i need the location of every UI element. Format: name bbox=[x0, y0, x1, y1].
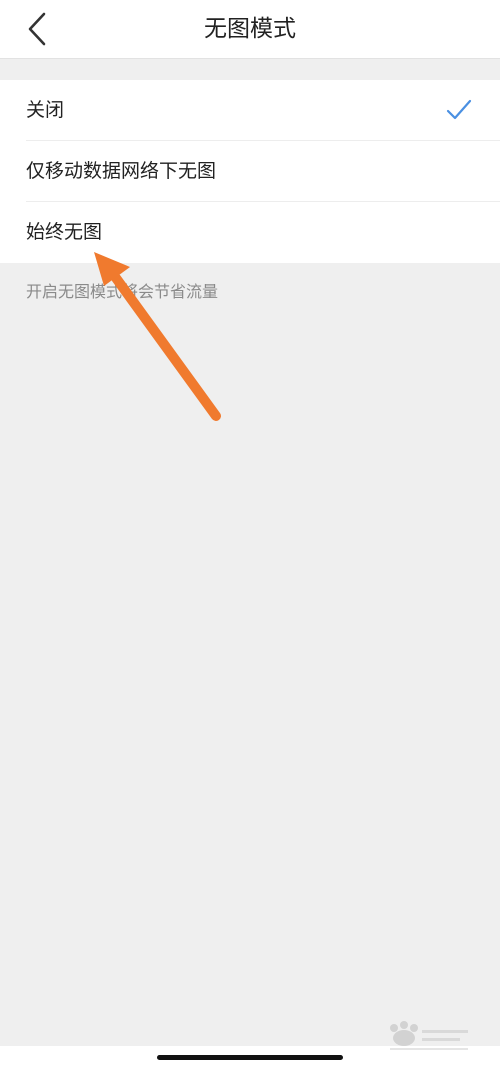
option-always-no-images[interactable]: 始终无图 bbox=[0, 202, 500, 263]
page-title: 无图模式 bbox=[204, 16, 296, 42]
home-indicator[interactable] bbox=[157, 1055, 343, 1060]
checkmark-icon bbox=[446, 99, 472, 120]
back-button[interactable] bbox=[18, 10, 58, 48]
navigation-bar: 无图模式 bbox=[0, 0, 500, 59]
watermark-logo-icon bbox=[390, 1021, 468, 1050]
option-label: 始终无图 bbox=[26, 221, 103, 243]
option-off[interactable]: 关闭 bbox=[0, 80, 500, 141]
options-list: 关闭 仅移动数据网络下无图 始终无图 bbox=[0, 80, 500, 263]
option-label: 仅移动数据网络下无图 bbox=[26, 160, 217, 182]
option-label: 关闭 bbox=[26, 99, 65, 121]
hint-text: 开启无图模式将会节省流量 bbox=[26, 282, 219, 301]
chevron-left-icon bbox=[28, 12, 46, 46]
option-mobile-data-no-images[interactable]: 仅移动数据网络下无图 bbox=[0, 141, 500, 202]
